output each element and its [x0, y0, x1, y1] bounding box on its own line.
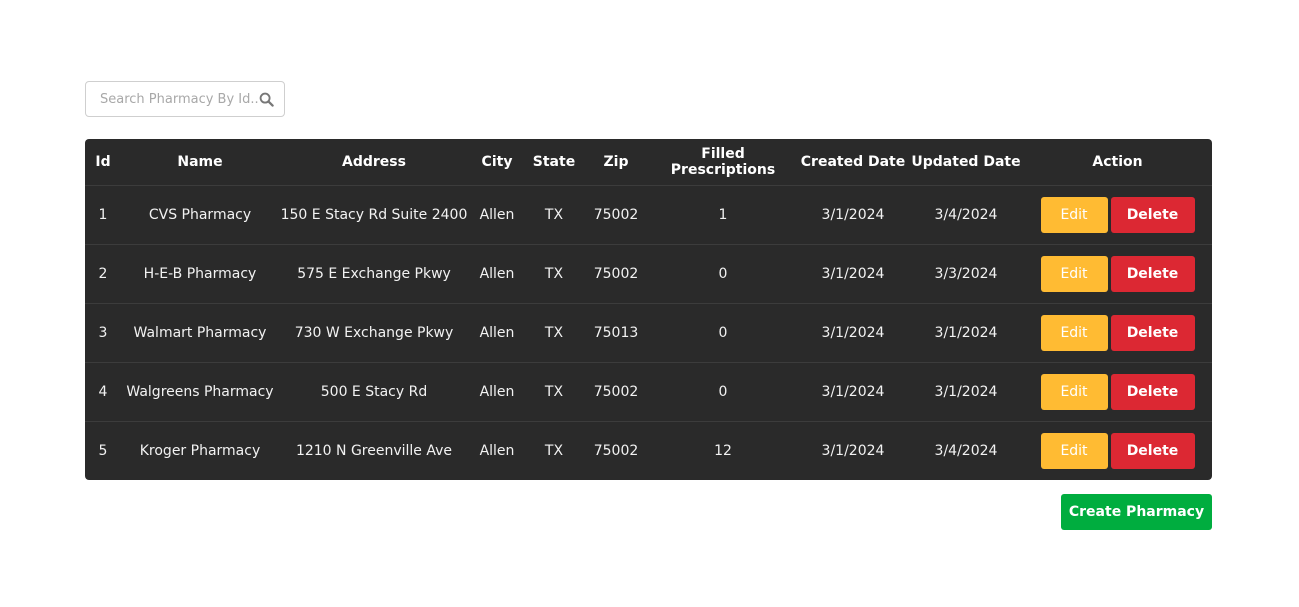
cell-filled-prescriptions: 1: [718, 207, 728, 223]
cell-city: Allen: [469, 421, 525, 480]
cell-zip: 75013: [583, 303, 649, 363]
table-row: 2 H-E-B Pharmacy 575 E Exchange Pkwy All…: [85, 244, 1212, 304]
cell-created-date: 3/1/2024: [797, 421, 909, 480]
cell-city: Allen: [479, 207, 515, 223]
search-input[interactable]: [100, 82, 258, 116]
cell-updated-date: 3/3/2024: [909, 244, 1023, 304]
table-row: 1 CVS Pharmacy 150 E Stacy Rd Suite 2400…: [85, 186, 1212, 245]
cell-address: 500 E Stacy Rd: [279, 362, 469, 422]
table-row: 3 Walmart Pharmacy 730 W Exchange Pkwy A…: [85, 303, 1212, 363]
edit-button[interactable]: Edit: [1040, 374, 1108, 410]
cell-filled-prescriptions: 0: [649, 244, 797, 304]
edit-button[interactable]: Edit: [1040, 256, 1108, 292]
search-box[interactable]: [85, 81, 285, 117]
cell-id: 2: [85, 244, 121, 304]
cell-city: Allen: [469, 303, 525, 363]
header-state: State: [525, 139, 583, 186]
edit-button[interactable]: Edit: [1040, 315, 1108, 351]
header-id: Id: [85, 139, 121, 186]
edit-button[interactable]: Edit: [1040, 197, 1108, 233]
cell-state: TX: [525, 421, 583, 480]
header-created-date: Created Date: [797, 139, 909, 186]
cell-id: 1: [98, 207, 108, 223]
header-name: Name: [121, 139, 279, 186]
header-city: City: [469, 139, 525, 186]
cell-actions: Edit Delete: [1023, 186, 1212, 245]
cell-updated-date: 3/4/2024: [934, 207, 998, 223]
header-address: Address: [279, 139, 469, 186]
cell-city: Allen: [469, 244, 525, 304]
cell-state: TX: [525, 244, 583, 304]
cell-zip: 75002: [583, 362, 649, 422]
cell-city: Allen: [469, 362, 525, 422]
cell-address: 150 E Stacy Rd Suite 2400: [280, 207, 468, 223]
cell-zip: 75002: [583, 244, 649, 304]
cell-name: Walgreens Pharmacy: [121, 362, 279, 422]
cell-updated-date: 3/4/2024: [909, 421, 1023, 480]
delete-button[interactable]: Delete: [1110, 256, 1195, 292]
search-icon[interactable]: [259, 92, 274, 107]
cell-zip: 75002: [593, 207, 639, 223]
header-updated-date: Updated Date: [909, 139, 1023, 186]
header-action: Action: [1023, 139, 1212, 186]
table-row: 4 Walgreens Pharmacy 500 E Stacy Rd Alle…: [85, 362, 1212, 422]
table-row: 5 Kroger Pharmacy 1210 N Greenville Ave …: [85, 421, 1212, 480]
cell-updated-date: 3/1/2024: [909, 303, 1023, 363]
cell-updated-date: 3/1/2024: [909, 362, 1023, 422]
cell-actions: Edit Delete: [1023, 362, 1212, 422]
edit-button[interactable]: Edit: [1040, 433, 1108, 469]
cell-created-date: 3/1/2024: [797, 303, 909, 363]
pharmacy-table: Id Name Address City State Zip Filled Pr…: [85, 139, 1212, 480]
table-header-row: Id Name Address City State Zip Filled Pr…: [85, 139, 1212, 186]
cell-filled-prescriptions: 0: [649, 362, 797, 422]
delete-button[interactable]: Delete: [1110, 433, 1195, 469]
cell-name: CVS Pharmacy: [148, 207, 252, 223]
cell-actions: Edit Delete: [1023, 421, 1212, 480]
cell-state: TX: [525, 362, 583, 422]
cell-created-date: 3/1/2024: [797, 244, 909, 304]
cell-name: Walmart Pharmacy: [121, 303, 279, 363]
cell-actions: Edit Delete: [1023, 244, 1212, 304]
delete-button[interactable]: Delete: [1110, 374, 1195, 410]
cell-created-date: 3/1/2024: [797, 362, 909, 422]
cell-name: Kroger Pharmacy: [121, 421, 279, 480]
cell-state: TX: [544, 207, 564, 223]
cell-zip: 75002: [583, 421, 649, 480]
create-pharmacy-button[interactable]: Create Pharmacy: [1061, 494, 1212, 530]
delete-button[interactable]: Delete: [1110, 315, 1195, 351]
cell-name: H-E-B Pharmacy: [121, 244, 279, 304]
cell-actions: Edit Delete: [1023, 303, 1212, 363]
header-filled-prescriptions: Filled Prescriptions: [649, 139, 797, 186]
cell-id: 4: [85, 362, 121, 422]
cell-filled-prescriptions: 0: [649, 303, 797, 363]
cell-address: 1210 N Greenville Ave: [279, 421, 469, 480]
cell-created-date: 3/1/2024: [821, 207, 885, 223]
cell-state: TX: [525, 303, 583, 363]
cell-address: 730 W Exchange Pkwy: [279, 303, 469, 363]
delete-button[interactable]: Delete: [1110, 197, 1195, 233]
cell-id: 5: [85, 421, 121, 480]
cell-filled-prescriptions: 12: [649, 421, 797, 480]
cell-id: 3: [85, 303, 121, 363]
header-zip: Zip: [583, 139, 649, 186]
cell-address: 575 E Exchange Pkwy: [279, 244, 469, 304]
